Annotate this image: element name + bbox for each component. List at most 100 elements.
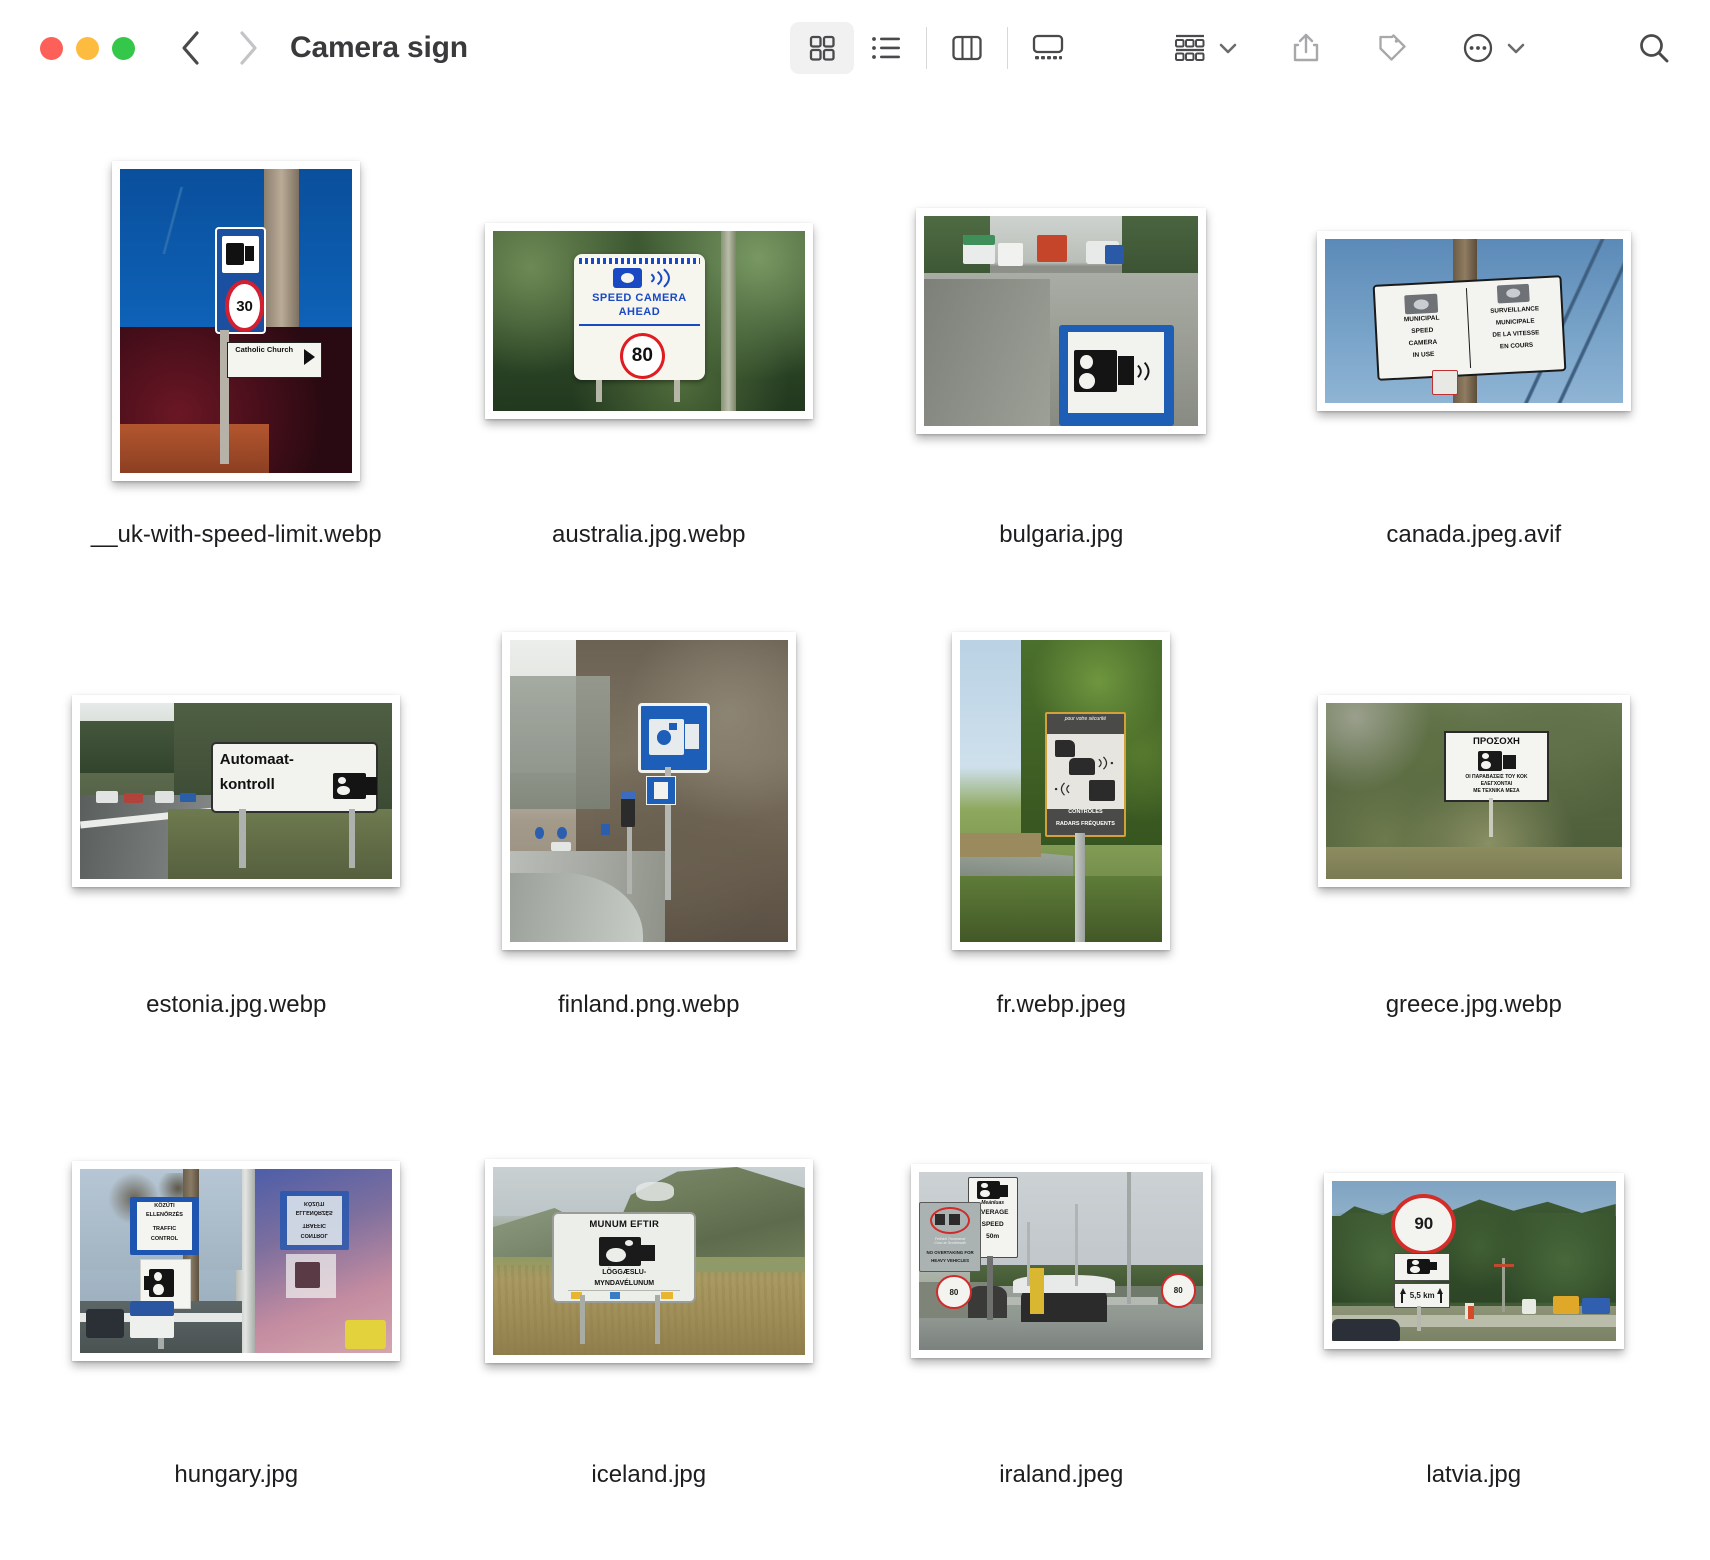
file-thumbnail[interactable] bbox=[916, 208, 1206, 434]
thumbnail-container: KÖZÚTI ELLENŐRZÉS TRAFFIC CONTROL bbox=[30, 1071, 443, 1451]
photo-greece: ΠΡΟΣΟΧΗ ΟΙ ΠΑΡΑΒΑΣΕΙΣ ΤΟΥ ΚΟΚ ΕΛΕΓΧΟΝΤΑΙ… bbox=[1326, 703, 1622, 879]
hungary-sign-line3: TRAFFIC bbox=[137, 1227, 192, 1233]
file-name-label: greece.jpg.webp bbox=[1386, 991, 1562, 1019]
file-thumbnail[interactable]: SPEED CAMERA AHEAD 80 bbox=[485, 223, 813, 419]
photo-estonia: Automaat- kontroll bbox=[80, 703, 392, 879]
file-name-label: australia.jpg.webp bbox=[552, 521, 745, 549]
thumbnail-container: ΠΡΟΣΟΧΗ ΟΙ ΠΑΡΑΒΑΣΕΙΣ ΤΟΥ ΚΟΚ ΕΛΕΓΧΟΝΤΑΙ… bbox=[1268, 601, 1681, 981]
file-item[interactable]: bulgaria.jpg bbox=[855, 131, 1268, 601]
thumbnail-container: MUNUM EFTIR LÖGGÆSLU- MYNDAVÉLUNUM bbox=[443, 1071, 856, 1451]
australia-speed-limit-value: 80 bbox=[632, 345, 653, 367]
icon-view-button[interactable] bbox=[790, 22, 854, 74]
file-name-label: estonia.jpg.webp bbox=[146, 991, 326, 1019]
file-grid-area: 30 Catholic Church __uk-with-speed-limit… bbox=[0, 96, 1710, 1560]
finder-window: Camera sign bbox=[0, 0, 1710, 1560]
uk-direction-sign-text: Catholic Church bbox=[232, 346, 297, 354]
close-button[interactable] bbox=[40, 37, 63, 60]
photo-hungary: KÖZÚTI ELLENŐRZÉS TRAFFIC CONTROL bbox=[80, 1169, 392, 1353]
france-sign-top: pour votre sécurité bbox=[1047, 717, 1124, 722]
file-thumbnail[interactable] bbox=[502, 632, 796, 950]
france-sign-bottom2: RADARS FRÉQUENTS bbox=[1047, 822, 1124, 828]
search-button[interactable] bbox=[1622, 22, 1686, 74]
group-by-chevron-down-icon[interactable] bbox=[1218, 41, 1238, 55]
tags-button[interactable] bbox=[1360, 22, 1424, 74]
greece-sign-title: ΠΡΟΣΟΧΗ bbox=[1446, 737, 1547, 747]
greece-sign-line2: ΕΛΕΓΧΟΝΤΑΙ bbox=[1446, 782, 1547, 787]
navigation-arrows bbox=[178, 29, 260, 67]
hungary-reflection-line3: TRAFFIC bbox=[287, 1221, 342, 1227]
hungary-reflection-line1: KÖZÚTI bbox=[287, 1199, 342, 1205]
estonia-sign-line2: kontroll bbox=[220, 777, 321, 793]
ireland-speed-limit-right: 80 bbox=[1174, 1286, 1183, 1295]
file-item[interactable]: 90 5,5 km bbox=[1268, 1071, 1681, 1541]
photo-iceland: MUNUM EFTIR LÖGGÆSLU- MYNDAVÉLUNUM bbox=[493, 1167, 805, 1355]
file-item[interactable]: pour votre sécurité CONTRÔLES RADARS FRÉ… bbox=[855, 601, 1268, 1071]
file-name-label: hungary.jpg bbox=[174, 1461, 298, 1489]
file-item[interactable]: SPEED CAMERA AHEAD 80 austral bbox=[443, 131, 856, 601]
minimize-button[interactable] bbox=[76, 37, 99, 60]
share-icon bbox=[1291, 32, 1321, 64]
hungary-sign-line4: CONTROL bbox=[137, 1237, 192, 1243]
file-thumbnail[interactable]: Meánluas AVERAGE SPEED 50m bbox=[911, 1164, 1211, 1358]
share-button[interactable] bbox=[1274, 22, 1338, 74]
file-thumbnail[interactable]: 30 Catholic Church bbox=[112, 161, 360, 481]
search-icon bbox=[1637, 31, 1671, 65]
group-icon bbox=[1173, 33, 1207, 63]
hungary-reflection-line4: CONTROL bbox=[287, 1231, 342, 1237]
file-thumbnail[interactable]: KÖZÚTI ELLENŐRZÉS TRAFFIC CONTROL bbox=[72, 1161, 400, 1361]
forward-button[interactable] bbox=[234, 29, 260, 67]
file-item[interactable]: MUNUM EFTIR LÖGGÆSLU- MYNDAVÉLUNUM bbox=[443, 1071, 856, 1541]
more-actions-button[interactable] bbox=[1446, 22, 1510, 74]
canada-sign-en3: CAMERA bbox=[1382, 338, 1465, 349]
file-thumbnail[interactable]: MUNICIPAL SPEED CAMERA IN USE bbox=[1317, 231, 1631, 411]
list-view-button[interactable] bbox=[854, 22, 918, 74]
file-thumbnail[interactable]: MUNUM EFTIR LÖGGÆSLU- MYNDAVÉLUNUM bbox=[485, 1159, 813, 1363]
columns-icon bbox=[951, 34, 983, 62]
ireland-side-sign-line2: HEAVY VEHICLES bbox=[920, 1259, 980, 1264]
canada-sign-en1: MUNICIPAL bbox=[1381, 315, 1464, 326]
thumbnail-container: SPEED CAMERA AHEAD 80 bbox=[443, 131, 856, 511]
gallery-view-button[interactable] bbox=[1016, 22, 1080, 74]
file-item[interactable]: Automaat- kontroll bbox=[30, 601, 443, 1071]
file-item[interactable]: finland.png.webp bbox=[443, 601, 856, 1071]
ireland-side-sign-line1: NO OVERTAKING FOR bbox=[920, 1251, 980, 1256]
thumbnail-container: pour votre sécurité CONTRÔLES RADARS FRÉ… bbox=[855, 601, 1268, 981]
thumbnail-container: 30 Catholic Church bbox=[30, 131, 443, 511]
file-thumbnail[interactable]: ΠΡΟΣΟΧΗ ΟΙ ΠΑΡΑΒΑΣΕΙΣ ΤΟΥ ΚΟΚ ΕΛΕΓΧΟΝΤΑΙ… bbox=[1318, 695, 1630, 887]
iceland-sign-line1: MUNUM EFTIR bbox=[554, 1220, 694, 1230]
back-button[interactable] bbox=[178, 29, 204, 67]
file-item[interactable]: 30 Catholic Church __uk-with-speed-limit… bbox=[30, 131, 443, 601]
latvia-speed-limit-value: 90 bbox=[1414, 1214, 1433, 1234]
window-titlebar: Camera sign bbox=[0, 0, 1710, 96]
view-mode-group bbox=[790, 22, 1080, 74]
photo-finland bbox=[510, 640, 788, 942]
thumbnail-container: 90 5,5 km bbox=[1268, 1071, 1681, 1451]
column-view-button[interactable] bbox=[935, 22, 999, 74]
file-thumbnail[interactable]: pour votre sécurité CONTRÔLES RADARS FRÉ… bbox=[952, 632, 1170, 950]
file-name-label: finland.png.webp bbox=[558, 991, 739, 1019]
thumbnail-container: MUNICIPAL SPEED CAMERA IN USE bbox=[1268, 131, 1681, 511]
file-name-label: bulgaria.jpg bbox=[999, 521, 1123, 549]
file-thumbnail[interactable]: 90 5,5 km bbox=[1324, 1173, 1624, 1349]
file-name-label: iceland.jpg bbox=[591, 1461, 706, 1489]
file-item[interactable]: MUNICIPAL SPEED CAMERA IN USE bbox=[1268, 131, 1681, 601]
ireland-speed-limit-left: 80 bbox=[949, 1288, 958, 1297]
toolbar-divider-2 bbox=[1007, 27, 1008, 69]
maximize-button[interactable] bbox=[112, 37, 135, 60]
iceland-sign-line2: LÖGGÆSLU- bbox=[554, 1269, 694, 1276]
toolbar-right bbox=[790, 0, 1686, 96]
more-actions-chevron-down-icon[interactable] bbox=[1506, 41, 1526, 55]
file-name-label: latvia.jpg bbox=[1426, 1461, 1521, 1489]
grid-icon bbox=[807, 33, 837, 63]
toolbar-divider-1 bbox=[926, 27, 927, 69]
file-thumbnail[interactable]: Automaat- kontroll bbox=[72, 695, 400, 887]
file-item[interactable]: KÖZÚTI ELLENŐRZÉS TRAFFIC CONTROL bbox=[30, 1071, 443, 1541]
traffic-light-group bbox=[40, 37, 135, 60]
file-item[interactable]: ΠΡΟΣΟΧΗ ΟΙ ΠΑΡΑΒΑΣΕΙΣ ΤΟΥ ΚΟΚ ΕΛΕΓΧΟΝΤΑΙ… bbox=[1268, 601, 1681, 1071]
group-by-button[interactable] bbox=[1158, 22, 1222, 74]
canada-sign-fr4: EN COURS bbox=[1474, 341, 1559, 352]
hungary-sign-line1: KÖZÚTI bbox=[137, 1204, 192, 1210]
tag-icon bbox=[1376, 32, 1408, 64]
file-item[interactable]: Meánluas AVERAGE SPEED 50m bbox=[855, 1071, 1268, 1541]
photo-bulgaria bbox=[924, 216, 1198, 426]
